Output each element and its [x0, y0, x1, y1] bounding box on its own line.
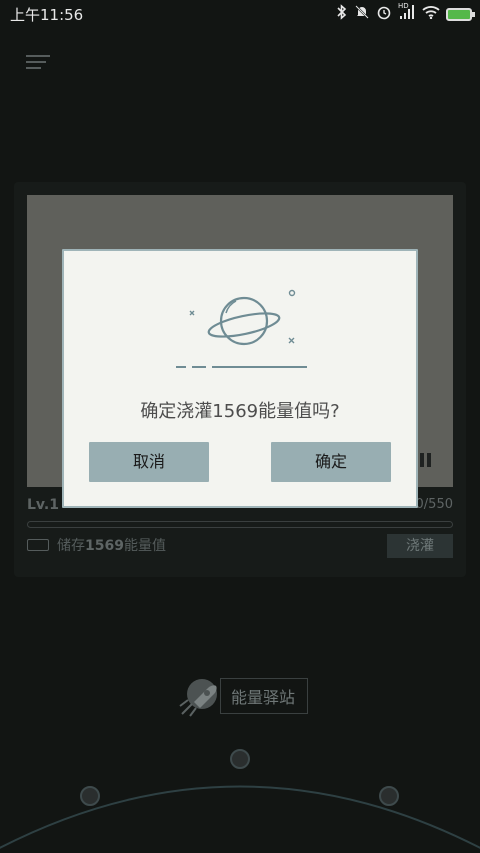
orbit-node-center	[230, 749, 250, 769]
energy-station-button[interactable]: 能量驿站	[172, 678, 309, 717]
progress-bar	[27, 521, 453, 528]
signal-hd-label: HD	[398, 2, 409, 10]
status-icons: HD	[336, 2, 475, 24]
planet-icon	[176, 289, 307, 368]
orbit-node-right	[379, 786, 399, 806]
orbit-node-left	[80, 786, 100, 806]
alarm-icon	[376, 4, 392, 24]
stored-energy-text: 储存1569能量值	[57, 538, 166, 554]
menu-icon[interactable]	[26, 55, 50, 73]
progress-text: 0/550	[415, 497, 453, 512]
wifi-icon	[422, 5, 440, 23]
confirm-dialog: 确定浇灌1569能量值吗? 取消 确定	[62, 249, 418, 508]
rocket-icon	[179, 679, 217, 717]
pause-icon[interactable]	[420, 453, 434, 467]
signal-icon: HD	[398, 2, 416, 24]
confirm-button[interactable]: 确定	[271, 442, 391, 482]
energy-station-label: 能量驿站	[220, 678, 309, 714]
status-bar: 上午11:56 HD	[0, 0, 480, 28]
water-button[interactable]: 浇灌	[387, 534, 453, 558]
status-time: 上午11:56	[10, 5, 84, 24]
orbit-arc	[0, 749, 480, 850]
bluetooth-icon	[336, 4, 348, 24]
level-label: Lv.1	[27, 497, 59, 513]
dialog-message: 确定浇灌1569能量值吗?	[140, 401, 340, 422]
mute-bell-icon	[354, 4, 370, 24]
battery-icon	[446, 7, 475, 21]
cancel-button[interactable]: 取消	[89, 442, 209, 482]
stored-energy-row: 储存1569能量值	[27, 535, 166, 555]
energy-battery-icon	[27, 539, 49, 551]
